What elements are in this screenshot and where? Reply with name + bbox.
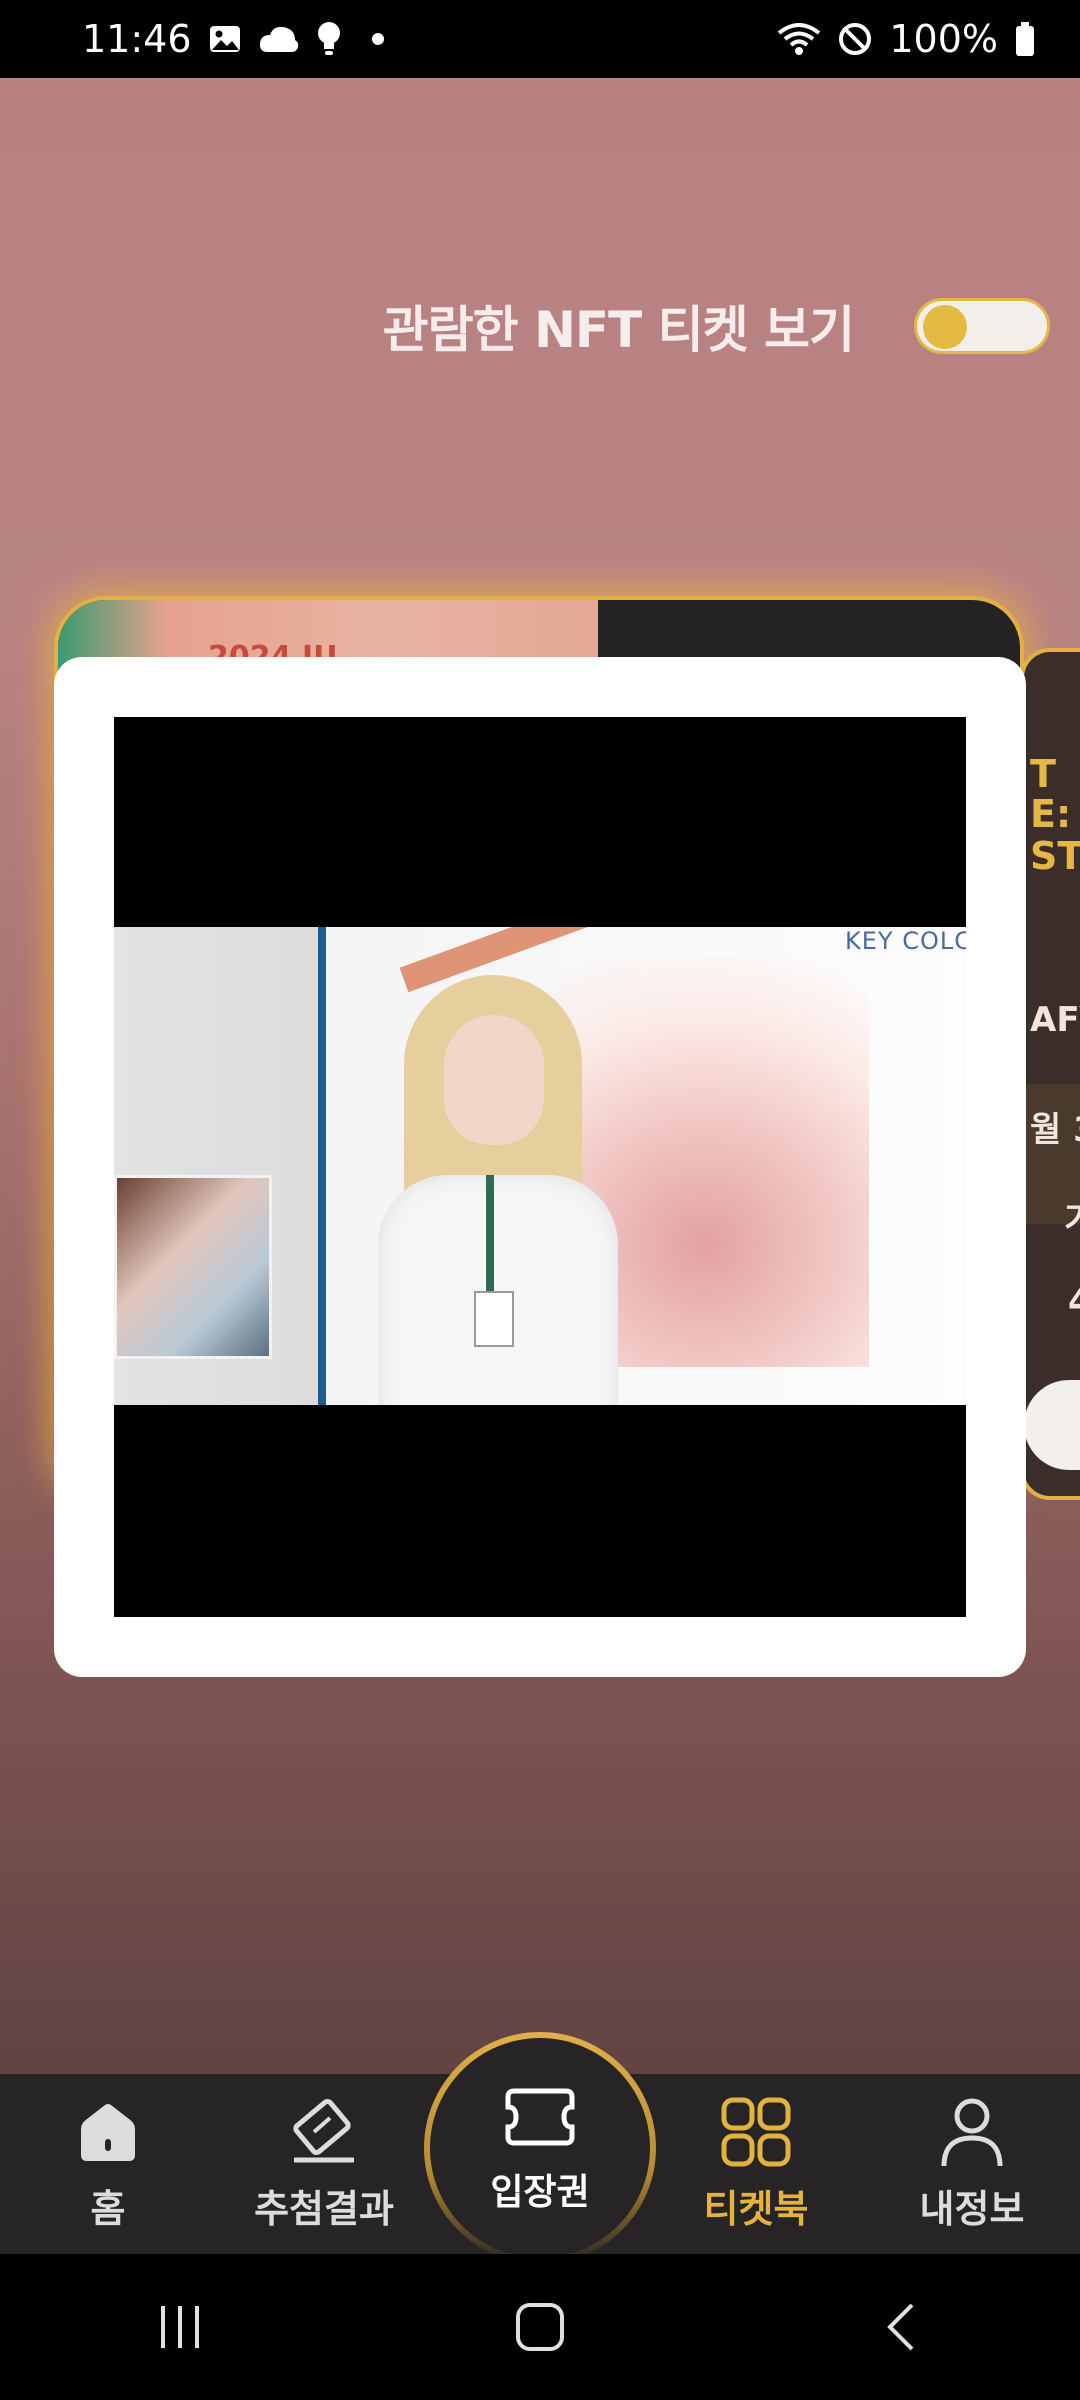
home-icon [72, 2096, 144, 2168]
next-ticket-card[interactable]: T E: ST AFY 월 3일 기 4 [1020, 648, 1080, 1500]
cloud-icon [258, 22, 300, 56]
home-button[interactable] [480, 2287, 600, 2367]
home-square-icon [516, 2303, 564, 2351]
nav-ticketbook-label: 티켓북 [703, 2186, 809, 2231]
toggle-knob [923, 305, 967, 349]
status-bar: 11:46 100% [0, 0, 1080, 78]
person-lanyard [486, 1175, 494, 1295]
next-ticket-text-2: E: [1030, 792, 1072, 836]
toggle-label: 관람한 NFT 티켓 보기 [382, 301, 855, 359]
admission-ticket-label: 입장권 [490, 2172, 590, 2213]
nav-my-info-label: 내정보 [919, 2186, 1025, 2231]
nav-ticketbook[interactable]: 티켓북 [656, 2074, 856, 2254]
recent-apps-button[interactable] [120, 2287, 240, 2367]
grid-icon [720, 2096, 792, 2168]
next-ticket-text-3: ST [1030, 834, 1080, 878]
notification-dot-icon [371, 33, 384, 45]
battery-percent: 100% [889, 17, 998, 61]
video-player[interactable]: KEY COLC [114, 717, 966, 1617]
status-bar-left: 11:46 [82, 17, 384, 61]
next-ticket-button[interactable] [1024, 1380, 1080, 1470]
person-figure [378, 975, 618, 1405]
video-modal: KEY COLC [54, 657, 1026, 1677]
frame-divider [318, 927, 326, 1405]
admission-ticket-button[interactable]: 입장권 [424, 2032, 656, 2264]
battery-icon [1014, 21, 1036, 57]
next-ticket-text-1: T [1030, 752, 1056, 796]
back-chevron-icon [887, 2303, 914, 2351]
clock: 11:46 [82, 17, 192, 61]
dnd-icon [837, 21, 873, 57]
system-nav-bar [0, 2254, 1080, 2400]
bulb-icon [316, 21, 342, 57]
nav-my-info[interactable]: 내정보 [872, 2074, 1072, 2254]
person-badge [474, 1291, 514, 1347]
wifi-icon [777, 21, 821, 57]
view-watched-nft-tickets-row: 관람한 NFT 티켓 보기 [383, 290, 1050, 362]
person-shirt [378, 1175, 618, 1405]
nav-draw-results-label: 추첨결과 [254, 2186, 394, 2231]
next-ticket-text-5: 월 3일 [1030, 1110, 1080, 1150]
next-ticket-text-6: 기 [1064, 1192, 1080, 1241]
admission-ticket-icon [504, 2081, 576, 2153]
screen-background: 11:46 100% 관람한 NFT 티켓 보기 T E: ST AF 월 KE… [0, 0, 1080, 2400]
back-button[interactable] [840, 2287, 960, 2367]
nav-home[interactable]: 홈 [8, 2074, 208, 2254]
watched-nft-toggle[interactable] [914, 298, 1050, 354]
person-icon [936, 2096, 1008, 2168]
video-frame: KEY COLC [114, 927, 966, 1405]
person-face [444, 1015, 544, 1145]
image-icon [208, 22, 242, 56]
nav-home-label: 홈 [90, 2186, 126, 2231]
next-ticket-text-4: AFY [1030, 1000, 1080, 1040]
video-overlay-text: KEY COLC [845, 927, 966, 955]
nav-draw-results[interactable]: 추첨결과 [224, 2074, 424, 2254]
frame-poster-image [114, 1175, 272, 1359]
ticket-draw-icon [288, 2096, 360, 2168]
next-ticket-text-7: 4 [1068, 1282, 1080, 1322]
recent-apps-icon [161, 2306, 199, 2348]
status-bar-right: 100% [777, 17, 1036, 61]
